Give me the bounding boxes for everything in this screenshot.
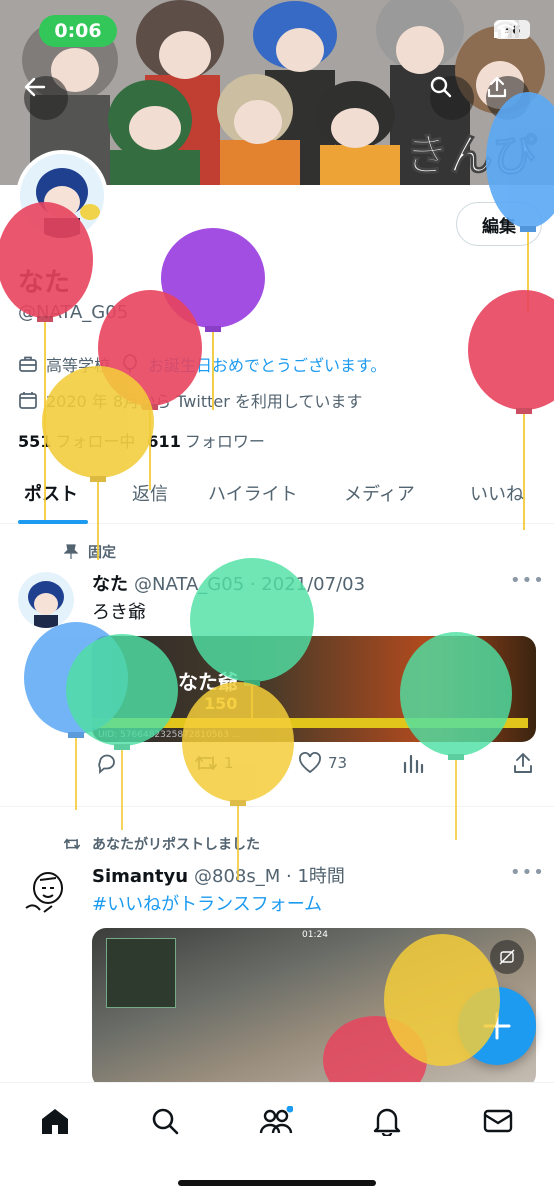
share-post-button[interactable] — [512, 752, 534, 774]
nav-notifications[interactable] — [367, 1101, 407, 1141]
search-button[interactable] — [430, 76, 474, 120]
tab-replies[interactable]: 返信 — [132, 462, 168, 524]
arrow-left-icon — [24, 77, 46, 97]
repost-icon — [63, 838, 81, 850]
share-icon — [487, 76, 507, 98]
compose-post-button[interactable] — [458, 987, 536, 1065]
tab-likes[interactable]: いいね — [470, 462, 524, 524]
video-minimap — [106, 938, 176, 1008]
post-hashtag[interactable]: #いいねがトランスフォーム — [92, 890, 322, 916]
share-button[interactable] — [486, 76, 530, 120]
status-time: 0:06 — [39, 15, 117, 47]
plus-icon — [483, 1012, 511, 1040]
profile-display-name: なた — [18, 268, 71, 298]
post-divider — [0, 806, 554, 807]
more-options-icon[interactable]: ••• — [510, 862, 545, 883]
repost-count: 1 — [224, 754, 234, 772]
profile-handle: @NATA_G05 — [18, 302, 129, 323]
post-actions: 1 73 — [92, 752, 536, 782]
nav-home[interactable] — [35, 1101, 75, 1141]
mail-icon — [483, 1109, 513, 1133]
more-options-icon[interactable]: ••• — [510, 570, 545, 591]
avatar-illustration — [20, 154, 104, 238]
balloon-icon — [123, 354, 137, 373]
follow-stats: 551 フォロー中 611 フォロワー — [18, 428, 265, 452]
post-media-image[interactable]: なた爺 150 UID: 5766482325872810563 ... — [92, 636, 536, 742]
media-uid: UID: 5766482325872810563 ... — [98, 730, 241, 740]
analytics-button[interactable] — [402, 752, 424, 774]
following-count: 551 — [18, 432, 52, 451]
search-icon — [152, 1108, 179, 1135]
tab-highlights[interactable]: ハイライト — [208, 462, 298, 524]
communities-icon — [259, 1106, 293, 1134]
following-label: フォロー中 — [55, 432, 136, 451]
post-header: Simantyu @808s_M · 1時間 — [92, 862, 345, 888]
analytics-icon — [403, 754, 424, 774]
reply-button[interactable] — [96, 752, 118, 774]
avatar-illustration — [18, 572, 74, 628]
media-progress-bar — [92, 718, 528, 728]
post-author-name[interactable]: Simantyu — [92, 866, 188, 887]
home-indicator[interactable] — [178, 1180, 376, 1186]
share-icon — [514, 753, 532, 773]
video-timer: 01:24 — [302, 930, 328, 940]
profile-bio-row: 高等学校 お誕生日おめでとうございます。 — [18, 352, 386, 376]
edit-profile-button[interactable]: 編集 — [456, 202, 542, 246]
hide-media-icon — [499, 949, 515, 965]
bell-icon — [373, 1108, 401, 1136]
bio-birthday-text[interactable]: お誕生日おめでとうございます。 — [148, 352, 386, 376]
search-icon — [430, 76, 452, 98]
home-icon — [42, 1109, 68, 1134]
pinned-label: 固定 — [88, 545, 116, 561]
pinned-label-row: 固定 — [64, 542, 116, 562]
repost-label: あなたがリポストしました — [92, 837, 260, 853]
followers-label: フォロワー — [184, 432, 265, 451]
nav-messages[interactable] — [478, 1101, 518, 1141]
like-button[interactable]: 73 — [298, 752, 347, 774]
nav-search[interactable] — [145, 1101, 185, 1141]
post-avatar[interactable] — [18, 864, 74, 920]
wifi-icon — [494, 20, 518, 37]
media-hide-button[interactable] — [490, 940, 524, 974]
pin-icon — [64, 544, 78, 559]
bio-school: 高等学校 — [46, 356, 111, 375]
media-player-name: なた爺 — [178, 670, 238, 694]
active-tab-indicator — [18, 520, 88, 524]
tab-media[interactable]: メディア — [344, 462, 415, 524]
tab-posts[interactable]: ポスト — [24, 462, 78, 524]
reply-icon — [98, 754, 115, 774]
back-button[interactable] — [24, 76, 68, 120]
status-icons: 36 — [494, 20, 530, 39]
post-text: ろき爺 — [92, 602, 146, 623]
joined-date: 2020 年 8月から Twitter を利用しています — [46, 392, 363, 411]
post-meta: @808s_M · 1時間 — [194, 866, 345, 887]
repost-icon — [195, 755, 217, 771]
post-avatar[interactable] — [18, 572, 74, 628]
profile-joined-row: 2020 年 8月から Twitter を利用しています — [18, 388, 362, 412]
followers-count: 611 — [147, 432, 181, 451]
balloon-purple — [161, 228, 265, 410]
followers-link[interactable]: 611 フォロワー — [147, 428, 264, 452]
profile-tabs: ポスト 返信 ハイライト メディア いいね — [0, 462, 554, 524]
post-meta: @NATA_G05 · 2021/07/03 — [134, 574, 366, 595]
repost-button[interactable]: 1 — [194, 752, 234, 774]
svg-text:きんぴ: きんぴ — [405, 130, 537, 181]
calendar-icon — [19, 392, 37, 409]
avatar-illustration — [18, 864, 74, 920]
heart-icon — [299, 752, 321, 774]
profile-avatar[interactable] — [16, 150, 108, 242]
repost-label-row: あなたがリポストしました — [62, 834, 260, 854]
post-author-name[interactable]: なた — [92, 574, 128, 595]
media-score: 150 — [204, 694, 238, 713]
nav-communities[interactable] — [256, 1101, 296, 1141]
post-header: なた @NATA_G05 · 2021/07/03 — [92, 570, 365, 596]
briefcase-icon — [19, 356, 37, 372]
like-count: 73 — [328, 754, 348, 772]
following-link[interactable]: 551 フォロー中 — [18, 428, 135, 452]
